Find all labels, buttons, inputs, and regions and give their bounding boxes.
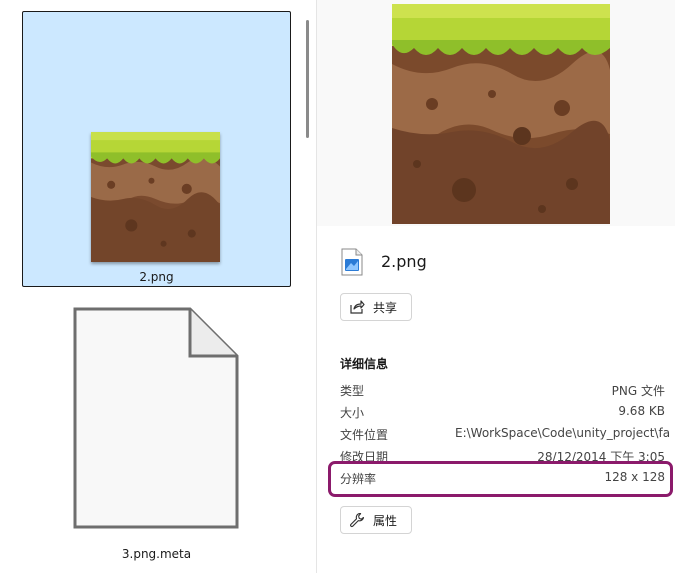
file-title: 2.png bbox=[381, 252, 427, 271]
detail-row-size: 大小 9.68 KB bbox=[340, 404, 665, 424]
detail-value: 9.68 KB bbox=[618, 404, 665, 418]
scrollbar[interactable] bbox=[306, 20, 309, 138]
section-heading: 详细信息 bbox=[340, 357, 389, 371]
document-icon bbox=[73, 307, 239, 529]
file-name-label: 3.png.meta bbox=[121, 547, 192, 561]
image-preview bbox=[392, 4, 610, 224]
grass-tile-thumbnail bbox=[91, 132, 220, 262]
detail-key: 文件位置 bbox=[340, 428, 389, 442]
detail-value[interactable]: E:\WorkSpace\Code\unity_project\far... bbox=[455, 426, 671, 440]
annotation-highlight-box bbox=[328, 461, 673, 497]
preview-area bbox=[317, 0, 675, 226]
detail-key: 类型 bbox=[340, 384, 365, 398]
detail-value: PNG 文件 bbox=[611, 384, 665, 398]
share-button[interactable]: 共享 bbox=[340, 293, 412, 321]
file-grid: 2.png 3.png.meta bbox=[0, 0, 300, 573]
file-tile[interactable]: 3.png.meta bbox=[22, 300, 291, 570]
detail-row-location: 文件位置 E:\WorkSpace\Code\unity_project\far… bbox=[340, 426, 671, 446]
detail-row-type: 类型 PNG 文件 bbox=[340, 382, 665, 402]
share-label: 共享 bbox=[373, 300, 398, 315]
file-name-label: 2.png bbox=[139, 270, 174, 284]
share-icon bbox=[350, 300, 365, 314]
image-file-icon bbox=[341, 248, 363, 276]
properties-button[interactable]: 属性 bbox=[340, 506, 412, 534]
detail-key: 大小 bbox=[340, 406, 365, 420]
file-tile-selected[interactable]: 2.png bbox=[22, 11, 291, 287]
wrench-icon bbox=[350, 512, 365, 528]
properties-label: 属性 bbox=[373, 513, 398, 528]
